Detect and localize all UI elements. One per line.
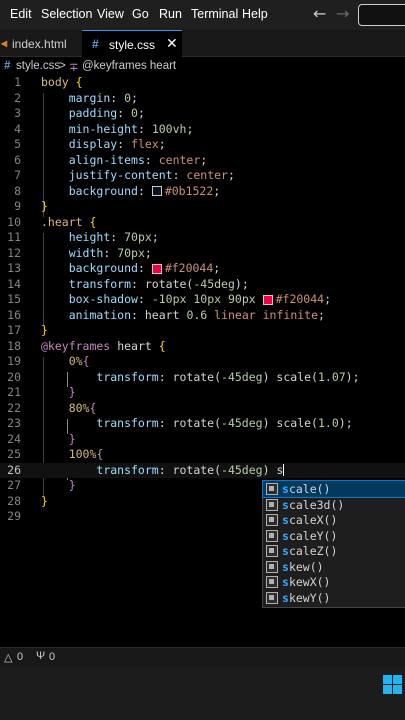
suggestion-label: skewY() bbox=[282, 590, 331, 605]
problems-count[interactable]: 0 bbox=[17, 651, 23, 663]
tab-label: index.html bbox=[12, 37, 67, 51]
code-line: 15 box-shadow: -10px 10px 90px #f20044; bbox=[7, 292, 332, 306]
menu-go[interactable]: Go bbox=[132, 7, 149, 21]
property-icon bbox=[266, 483, 278, 495]
close-icon[interactable]: ✕ bbox=[166, 35, 178, 52]
property-icon bbox=[266, 576, 278, 588]
breadcrumb: # style.css > ∓ @keyframes heart bbox=[0, 57, 405, 75]
editor-tab-bar: ◂ index.html # style.css ✕ bbox=[0, 30, 405, 57]
css-file-icon: # bbox=[4, 60, 11, 72]
tab-label: style.css bbox=[109, 38, 156, 52]
code-line: 12 width: 70px; bbox=[7, 245, 152, 260]
tab-style-css[interactable]: # style.css ✕ bbox=[82, 30, 182, 57]
breadcrumb-symbol[interactable]: @keyframes heart bbox=[82, 60, 176, 72]
color-swatch[interactable] bbox=[262, 294, 273, 305]
code-line-active: 26 transform: rotate(-45deg) s bbox=[0, 462, 405, 478]
suggestion-item[interactable]: scaleX() bbox=[263, 512, 405, 528]
code-line: 21 } bbox=[7, 385, 76, 399]
code-line: 2 margin: 0; bbox=[14, 90, 138, 105]
suggestion-label: scaleY() bbox=[282, 528, 338, 543]
suggestion-item[interactable]: scale() bbox=[262, 480, 405, 498]
suggestion-label: scaleZ() bbox=[282, 544, 338, 558]
breadcrumb-separator: > bbox=[59, 60, 66, 72]
warning-icon[interactable]: △ bbox=[4, 651, 12, 664]
code-line: 11 height: 70px; bbox=[7, 230, 159, 244]
ports-count[interactable]: 0 bbox=[49, 651, 55, 663]
status-bar: △ 0 Ψ 0 bbox=[0, 647, 405, 668]
html-file-icon: ◂ bbox=[1, 36, 8, 50]
code-line: 22 80%{ bbox=[7, 400, 97, 415]
text-cursor bbox=[283, 464, 285, 476]
tab-index-html[interactable]: ◂ index.html bbox=[0, 30, 82, 56]
property-icon bbox=[266, 514, 278, 526]
code-line: 17} bbox=[7, 323, 48, 337]
suggestion-item[interactable]: scaleZ() bbox=[263, 543, 405, 559]
css-file-icon: # bbox=[92, 37, 99, 51]
symbol-icon: ∓ bbox=[69, 62, 79, 74]
suggestion-label: skewX() bbox=[282, 575, 331, 589]
code-line: 4 min-height: 100vh; bbox=[14, 121, 194, 136]
suggestion-item[interactable]: scale3d() bbox=[263, 497, 405, 513]
property-icon bbox=[266, 591, 278, 604]
autocomplete-suggestions: scale() scale3d() scaleX() scaleY() scal… bbox=[262, 480, 405, 608]
breadcrumb-file[interactable]: style.css bbox=[16, 60, 60, 72]
code-line: 14 transform: rotate(-45deg); bbox=[7, 276, 249, 291]
suggestion-item[interactable]: skewX() bbox=[263, 574, 405, 590]
code-line: 5 display: flex; bbox=[14, 137, 166, 151]
code-line: 9} bbox=[14, 199, 48, 213]
property-icon bbox=[266, 545, 278, 557]
code-line: 7 justify-content: center; bbox=[14, 168, 235, 182]
menu-terminal[interactable]: Terminal bbox=[191, 7, 238, 21]
suggestion-label: skew() bbox=[282, 559, 324, 574]
suggestion-label: scaleX() bbox=[282, 513, 338, 527]
property-icon bbox=[266, 498, 278, 511]
forward-arrow-icon[interactable]: → bbox=[336, 4, 349, 23]
suggestion-item[interactable]: skewY() bbox=[263, 590, 405, 606]
suggestion-label: scale3d() bbox=[282, 497, 345, 512]
menu-bar: Edit Selection View Go Run Terminal Help… bbox=[0, 0, 405, 30]
menu-edit[interactable]: Edit bbox=[10, 7, 32, 21]
code-line: 8 background: #0b1522; bbox=[14, 183, 221, 198]
code-line: 18 @keyframes heart { bbox=[7, 338, 166, 353]
code-line: 16 animation: heart 0.6 linear infinite; bbox=[7, 307, 325, 322]
os-taskbar bbox=[0, 667, 405, 720]
code-line: 10 .heart { bbox=[7, 214, 97, 229]
antenna-icon[interactable]: Ψ bbox=[36, 650, 45, 662]
code-line: 24 } bbox=[7, 431, 76, 446]
back-arrow-icon[interactable]: ← bbox=[313, 4, 326, 23]
menu-run[interactable]: Run bbox=[159, 7, 182, 21]
suggestion-label: scale() bbox=[282, 482, 331, 496]
code-line: 3 padding: 0; bbox=[14, 106, 145, 120]
code-line: 6 align-items: center; bbox=[14, 152, 208, 167]
property-icon bbox=[266, 529, 278, 542]
menu-help[interactable]: Help bbox=[242, 7, 268, 21]
code-line: 20 transform: rotate(-45deg) scale(1.07)… bbox=[7, 369, 360, 384]
command-center-search[interactable] bbox=[358, 4, 405, 26]
windows-start-icon[interactable] bbox=[383, 675, 403, 695]
menu-selection[interactable]: Selection bbox=[41, 7, 92, 21]
code-line: 23 transform: rotate(-45deg) scale(1.0); bbox=[7, 416, 353, 430]
code-line: 25 100%{ bbox=[7, 447, 104, 461]
color-swatch[interactable] bbox=[151, 186, 162, 196]
property-icon bbox=[266, 560, 278, 573]
code-line: 13 background: #f20044; bbox=[7, 261, 221, 275]
menu-view[interactable]: View bbox=[97, 7, 124, 21]
suggestion-item[interactable]: scaleY() bbox=[263, 528, 405, 544]
code-line: 1 body { bbox=[14, 75, 83, 89]
suggestion-item[interactable]: skew() bbox=[263, 559, 405, 575]
color-swatch[interactable] bbox=[151, 263, 162, 274]
code-line: 19 0%{ bbox=[7, 354, 90, 368]
